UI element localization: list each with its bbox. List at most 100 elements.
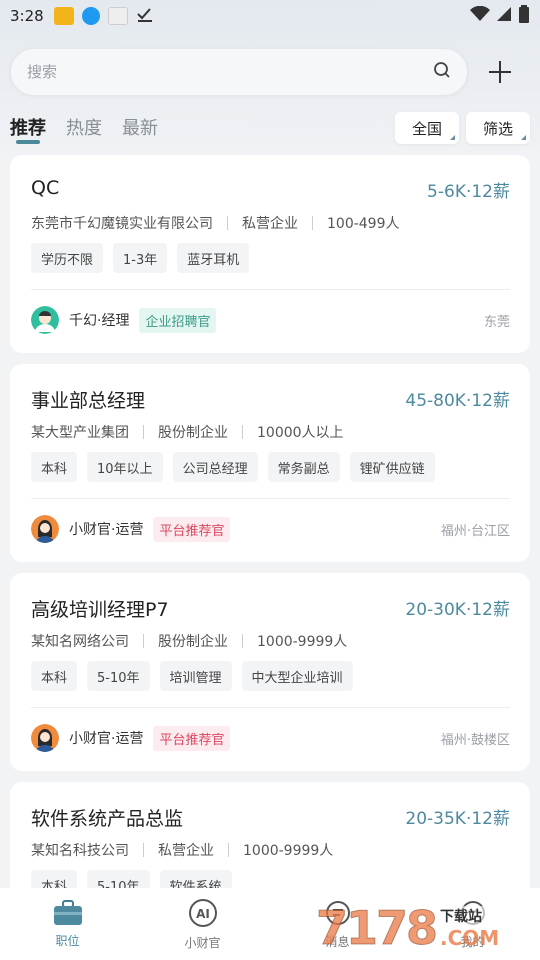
svg-text:AI: AI bbox=[196, 907, 210, 921]
job-tag: 蓝牙耳机 bbox=[177, 243, 250, 273]
divider bbox=[143, 843, 144, 857]
briefcase-icon bbox=[53, 899, 83, 930]
search-input[interactable] bbox=[27, 63, 433, 81]
recruiter-badge: 平台推荐官 bbox=[153, 516, 231, 542]
profile-icon bbox=[459, 899, 487, 931]
nav-label: 小财官 bbox=[184, 935, 221, 950]
signal-icon bbox=[496, 6, 512, 26]
tab-latest[interactable]: 最新 bbox=[122, 114, 158, 140]
nav-label: 我的 bbox=[460, 934, 485, 949]
job-location: 福州·台江区 bbox=[440, 523, 510, 539]
region-filter-button[interactable]: 全国 bbox=[395, 112, 459, 144]
tab-popular[interactable]: 热度 bbox=[66, 114, 102, 140]
company-row: 某大型产业集团 股份制企业 10000人以上 bbox=[31, 422, 344, 442]
add-button[interactable] bbox=[486, 58, 514, 86]
company-name: 某知名科技公司 bbox=[31, 843, 129, 859]
job-tag: 本科 bbox=[31, 452, 78, 482]
recruiter-badge: 平台推荐官 bbox=[153, 725, 231, 751]
job-tag: 10年以上 bbox=[87, 452, 163, 482]
company-type: 股份制企业 bbox=[158, 425, 228, 441]
job-salary: 20-30K·12薪 bbox=[405, 600, 510, 620]
wifi-icon bbox=[470, 5, 490, 26]
app-notification-icon-2 bbox=[107, 7, 128, 25]
divider bbox=[143, 425, 144, 439]
ai-icon: AI bbox=[188, 898, 218, 932]
nav-item-messages[interactable]: 消息 bbox=[270, 888, 405, 960]
divider bbox=[242, 634, 243, 648]
divider bbox=[242, 425, 243, 439]
bottom-nav: 职位 AI 小财官 消息 我的 bbox=[0, 888, 540, 960]
job-title: 软件系统产品总监 bbox=[31, 808, 184, 830]
job-salary: 20-35K·12薪 bbox=[405, 809, 510, 829]
recruiter-row: 小财官·运营 平台推荐官 福州·鼓楼区 bbox=[31, 723, 510, 753]
job-salary: 5-6K·12薪 bbox=[427, 182, 510, 202]
job-card[interactable]: QC 5-6K·12薪 东莞市千幻魔镜实业有限公司 私营企业 100-499人 … bbox=[10, 155, 530, 353]
company-size: 100-499人 bbox=[327, 216, 400, 232]
recruiter-row: 小财官·运营 平台推荐官 福州·台江区 bbox=[31, 514, 510, 544]
card-divider bbox=[31, 498, 510, 499]
tab-underline bbox=[16, 140, 40, 144]
nav-label: 职位 bbox=[55, 933, 80, 948]
company-name: 某大型产业集团 bbox=[31, 425, 129, 441]
job-tags: 本科 10年以上 公司总经理 常务副总 锂矿供应链 bbox=[31, 452, 435, 482]
dropdown-corner-icon bbox=[521, 135, 526, 140]
tabs-row: 推荐 热度 最新 全国 筛选 bbox=[10, 110, 530, 150]
company-type: 私营企业 bbox=[158, 843, 214, 859]
battery-icon bbox=[518, 5, 530, 27]
app-notification-icon bbox=[53, 7, 74, 25]
nav-item-jobs[interactable]: 职位 bbox=[0, 888, 135, 960]
job-card[interactable]: 事业部总经理 45-80K·12薪 某大型产业集团 股份制企业 10000人以上… bbox=[10, 364, 530, 562]
job-location: 福州·鼓楼区 bbox=[440, 732, 510, 748]
job-tag: 5-10年 bbox=[87, 661, 150, 691]
avatar[interactable] bbox=[31, 306, 59, 334]
recruiter-badge: 企业招聘官 bbox=[139, 307, 217, 333]
job-title: 事业部总经理 bbox=[31, 390, 146, 412]
company-type: 股份制企业 bbox=[158, 634, 228, 650]
job-card[interactable]: 软件系统产品总监 20-35K·12薪 某知名科技公司 私营企业 1000-99… bbox=[10, 782, 530, 902]
avatar[interactable] bbox=[31, 724, 59, 752]
tab-recommended[interactable]: 推荐 bbox=[10, 114, 46, 140]
company-size: 1000-9999人 bbox=[243, 843, 334, 859]
company-name: 东莞市千幻魔镜实业有限公司 bbox=[31, 216, 213, 232]
search-box[interactable] bbox=[10, 48, 468, 96]
company-name: 某知名网络公司 bbox=[31, 634, 129, 650]
status-bar: 3:28 bbox=[0, 0, 540, 32]
job-tags: 学历不限 1-3年 蓝牙耳机 bbox=[31, 243, 250, 273]
job-tag: 常务副总 bbox=[267, 452, 340, 482]
divider bbox=[227, 216, 228, 230]
job-tag: 1-3年 bbox=[113, 243, 168, 273]
avatar[interactable] bbox=[31, 515, 59, 543]
nav-item-ai[interactable]: AI 小财官 bbox=[135, 888, 270, 960]
job-salary: 45-80K·12薪 bbox=[405, 391, 510, 411]
job-tag: 锂矿供应链 bbox=[349, 452, 435, 482]
job-tag: 培训管理 bbox=[159, 661, 232, 691]
divider bbox=[228, 843, 229, 857]
filter-button[interactable]: 筛选 bbox=[466, 112, 530, 144]
company-row: 某知名网络公司 股份制企业 1000-9999人 bbox=[31, 631, 347, 651]
recruiter-row: 千幻·经理 企业招聘官 东莞 bbox=[31, 305, 510, 335]
job-tag: 学历不限 bbox=[31, 243, 104, 273]
company-row: 某知名科技公司 私营企业 1000-9999人 bbox=[31, 840, 333, 860]
nav-item-profile[interactable]: 我的 bbox=[405, 888, 540, 960]
search-row bbox=[10, 48, 530, 96]
job-tag: 公司总经理 bbox=[172, 452, 258, 482]
recruiter-name: 小财官·运营 bbox=[69, 522, 144, 538]
card-divider bbox=[31, 289, 510, 290]
filter-label: 筛选 bbox=[482, 119, 513, 138]
search-icon[interactable] bbox=[433, 61, 451, 83]
job-tags: 本科 5-10年 培训管理 中大型企业培训 bbox=[31, 661, 353, 691]
checklist-icon bbox=[136, 5, 154, 27]
status-time: 3:28 bbox=[10, 7, 44, 25]
job-tag: 本科 bbox=[31, 661, 78, 691]
card-divider bbox=[31, 707, 510, 708]
company-type: 私营企业 bbox=[242, 216, 298, 232]
dropdown-corner-icon bbox=[450, 135, 455, 140]
message-icon bbox=[324, 899, 352, 931]
job-tag: 中大型企业培训 bbox=[241, 661, 353, 691]
recruiter-name: 小财官·运营 bbox=[69, 731, 144, 747]
company-row: 东莞市千幻魔镜实业有限公司 私营企业 100-499人 bbox=[31, 213, 400, 233]
job-title: QC bbox=[31, 177, 60, 199]
job-card[interactable]: 高级培训经理P7 20-30K·12薪 某知名网络公司 股份制企业 1000-9… bbox=[10, 573, 530, 771]
recruiter-name: 千幻·经理 bbox=[69, 313, 130, 329]
company-size: 1000-9999人 bbox=[257, 634, 348, 650]
